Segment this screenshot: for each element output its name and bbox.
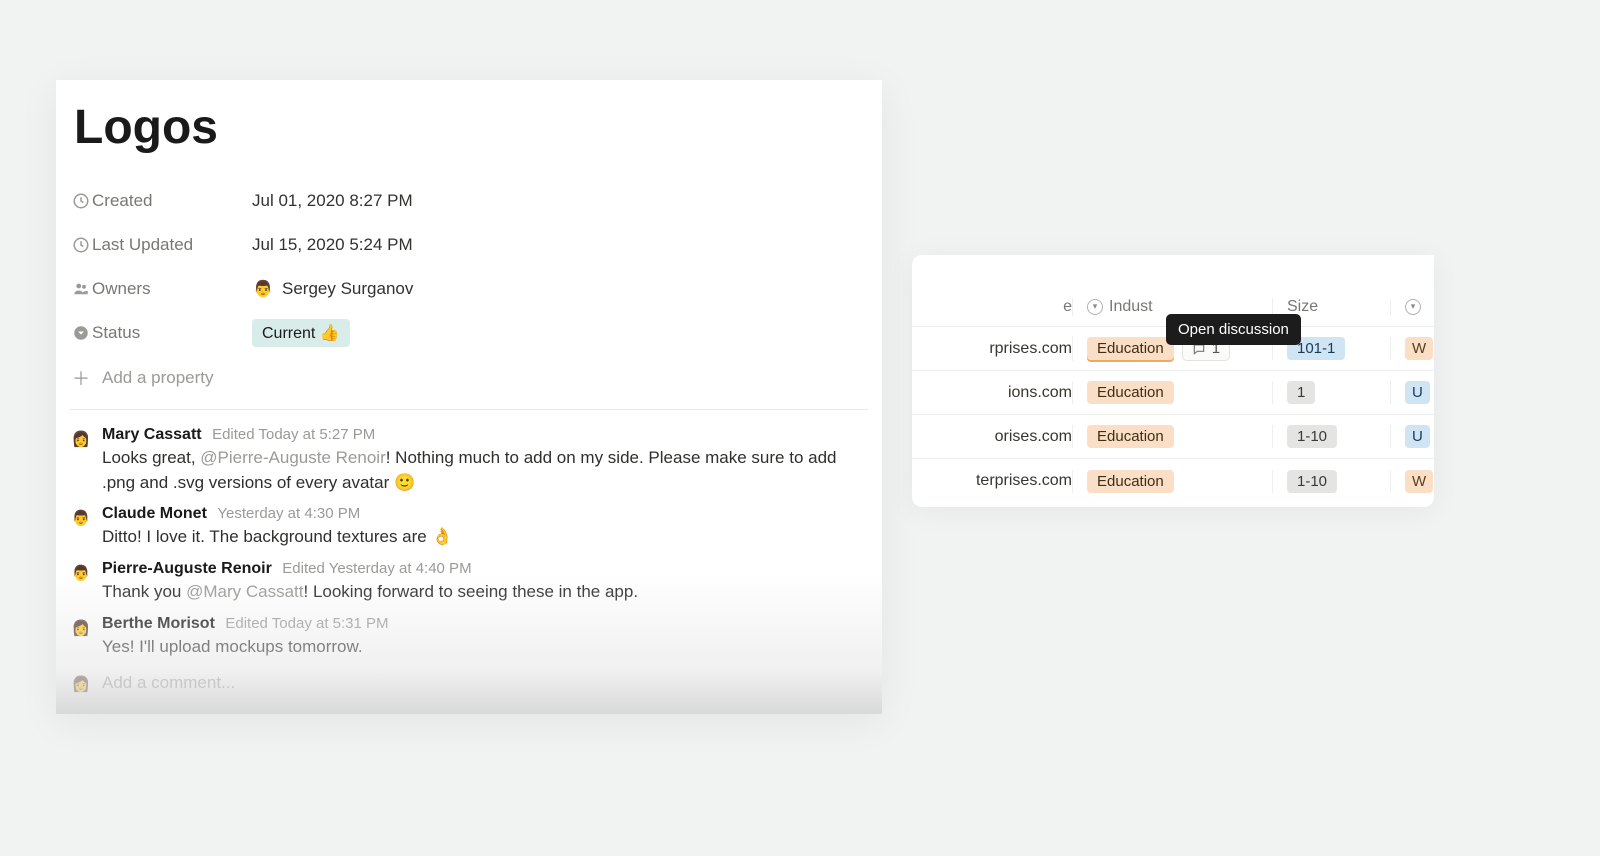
add-comment-placeholder: Add a comment... bbox=[102, 673, 235, 693]
property-row[interactable]: Created Jul 01, 2020 8:27 PM bbox=[70, 179, 868, 223]
mention[interactable]: @Mary Cassatt bbox=[186, 582, 303, 601]
comment-author: Mary Cassatt bbox=[102, 426, 202, 443]
industry-tag: Education bbox=[1087, 470, 1174, 493]
cell-size[interactable]: 1-10 bbox=[1272, 425, 1390, 448]
comment-avatar: 👨 bbox=[70, 507, 92, 529]
current-user-avatar: 👩 bbox=[70, 673, 92, 695]
comments-list: 👩 Mary Cassatt Edited Today at 5:27 PM L… bbox=[56, 414, 882, 665]
comment-meta: Edited Yesterday at 4:40 PM bbox=[282, 560, 471, 577]
status-icon bbox=[70, 324, 92, 342]
cell-category[interactable]: U bbox=[1390, 425, 1434, 448]
comment-text: Thank you @Mary Cassatt! Looking forward… bbox=[102, 580, 868, 605]
category-tag: U bbox=[1405, 381, 1430, 404]
size-tag: 1-10 bbox=[1287, 425, 1337, 448]
dropdown-icon bbox=[1405, 299, 1421, 315]
table-header-last[interactable] bbox=[1390, 299, 1434, 315]
comment[interactable]: 👩 Mary Cassatt Edited Today at 5:27 PM L… bbox=[70, 422, 868, 501]
page-card: Logos Created Jul 01, 2020 8:27 PM Last … bbox=[56, 80, 882, 714]
category-tag: W bbox=[1405, 470, 1433, 493]
property-label: Owners bbox=[92, 279, 252, 299]
table-header-website[interactable]: e bbox=[912, 298, 1072, 316]
owner-avatar: 👨 bbox=[252, 278, 274, 300]
comment-text: Looks great, @Pierre-Auguste Renoir! Not… bbox=[102, 446, 868, 495]
comment-avatar: 👩 bbox=[70, 617, 92, 639]
cell-industry[interactable]: Education bbox=[1072, 425, 1272, 448]
property-label: Last Updated bbox=[92, 235, 252, 255]
comment-author: Claude Monet bbox=[102, 505, 207, 522]
industry-tag: Education bbox=[1087, 425, 1174, 448]
property-value: Sergey Surganov bbox=[282, 279, 413, 299]
clock-icon bbox=[70, 236, 92, 254]
cell-size[interactable]: 1 bbox=[1272, 381, 1390, 404]
open-discussion-tooltip: Open discussion bbox=[1166, 314, 1301, 345]
properties-list: Created Jul 01, 2020 8:27 PM Last Update… bbox=[56, 179, 882, 355]
size-tag: 1-10 bbox=[1287, 470, 1337, 493]
add-comment-input[interactable]: 👩 Add a comment... bbox=[56, 665, 882, 705]
table-fragment: e Indust Size rprises.com Education 1 10… bbox=[912, 255, 1434, 507]
property-value: Jul 15, 2020 5:24 PM bbox=[252, 235, 413, 255]
cell-size[interactable]: 1-10 bbox=[1272, 470, 1390, 493]
table-header-size[interactable]: Size bbox=[1272, 298, 1390, 316]
status-badge: Current 👍 bbox=[252, 319, 350, 347]
divider bbox=[70, 409, 868, 410]
table-header-industry[interactable]: Indust bbox=[1072, 298, 1272, 316]
property-row[interactable]: Owners 👨 Sergey Surganov bbox=[70, 267, 868, 311]
comment[interactable]: 👨 Claude Monet Yesterday at 4:30 PM Ditt… bbox=[70, 501, 868, 556]
cell-industry[interactable]: Education bbox=[1072, 470, 1272, 493]
industry-tag: Education bbox=[1087, 337, 1174, 360]
category-tag: U bbox=[1405, 425, 1430, 448]
comment-meta: Edited Today at 5:27 PM bbox=[212, 426, 375, 443]
table-row[interactable]: terprises.com Education 1-10 W bbox=[912, 459, 1434, 503]
cell-website: ions.com bbox=[912, 384, 1072, 402]
page-title: Logos bbox=[56, 100, 882, 155]
plus-icon: ＋ bbox=[70, 365, 92, 391]
property-value: Jul 01, 2020 8:27 PM bbox=[252, 191, 413, 211]
comment-author: Berthe Morisot bbox=[102, 615, 215, 632]
dropdown-icon bbox=[1087, 299, 1103, 315]
property-row[interactable]: Last Updated Jul 15, 2020 5:24 PM bbox=[70, 223, 868, 267]
comment[interactable]: 👩 Berthe Morisot Edited Today at 5:31 PM… bbox=[70, 611, 868, 666]
table-row[interactable]: orises.com Education 1-10 U bbox=[912, 415, 1434, 459]
clock-icon bbox=[70, 192, 92, 210]
add-property-label: Add a property bbox=[102, 368, 214, 388]
add-property-button[interactable]: ＋ Add a property bbox=[56, 355, 882, 401]
property-label: Status bbox=[92, 323, 252, 343]
mention[interactable]: @Pierre-Auguste Renoir bbox=[200, 448, 385, 467]
comment[interactable]: 👨 Pierre-Auguste Renoir Edited Yesterday… bbox=[70, 556, 868, 611]
property-row[interactable]: Status Current 👍 bbox=[70, 311, 868, 355]
cell-website: orises.com bbox=[912, 428, 1072, 446]
people-icon bbox=[70, 280, 92, 298]
cell-category[interactable]: W bbox=[1390, 470, 1434, 493]
comment-text: Ditto! I love it. The background texture… bbox=[102, 525, 868, 550]
comment-meta: Edited Today at 5:31 PM bbox=[225, 615, 388, 632]
size-tag: 1 bbox=[1287, 381, 1315, 404]
cell-category[interactable]: U bbox=[1390, 381, 1434, 404]
comment-avatar: 👨 bbox=[70, 562, 92, 584]
cell-category[interactable]: W bbox=[1390, 337, 1434, 360]
cell-website: terprises.com bbox=[912, 472, 1072, 490]
property-label: Created bbox=[92, 191, 252, 211]
category-tag: W bbox=[1405, 337, 1433, 360]
cell-website: rprises.com bbox=[912, 340, 1072, 358]
table-row[interactable]: ions.com Education 1 U bbox=[912, 371, 1434, 415]
comment-text: Yes! I'll upload mockups tomorrow. bbox=[102, 635, 868, 660]
comment-meta: Yesterday at 4:30 PM bbox=[217, 505, 360, 522]
comment-avatar: 👩 bbox=[70, 428, 92, 450]
cell-industry[interactable]: Education bbox=[1072, 381, 1272, 404]
industry-tag: Education bbox=[1087, 381, 1174, 404]
comment-author: Pierre-Auguste Renoir bbox=[102, 560, 272, 577]
